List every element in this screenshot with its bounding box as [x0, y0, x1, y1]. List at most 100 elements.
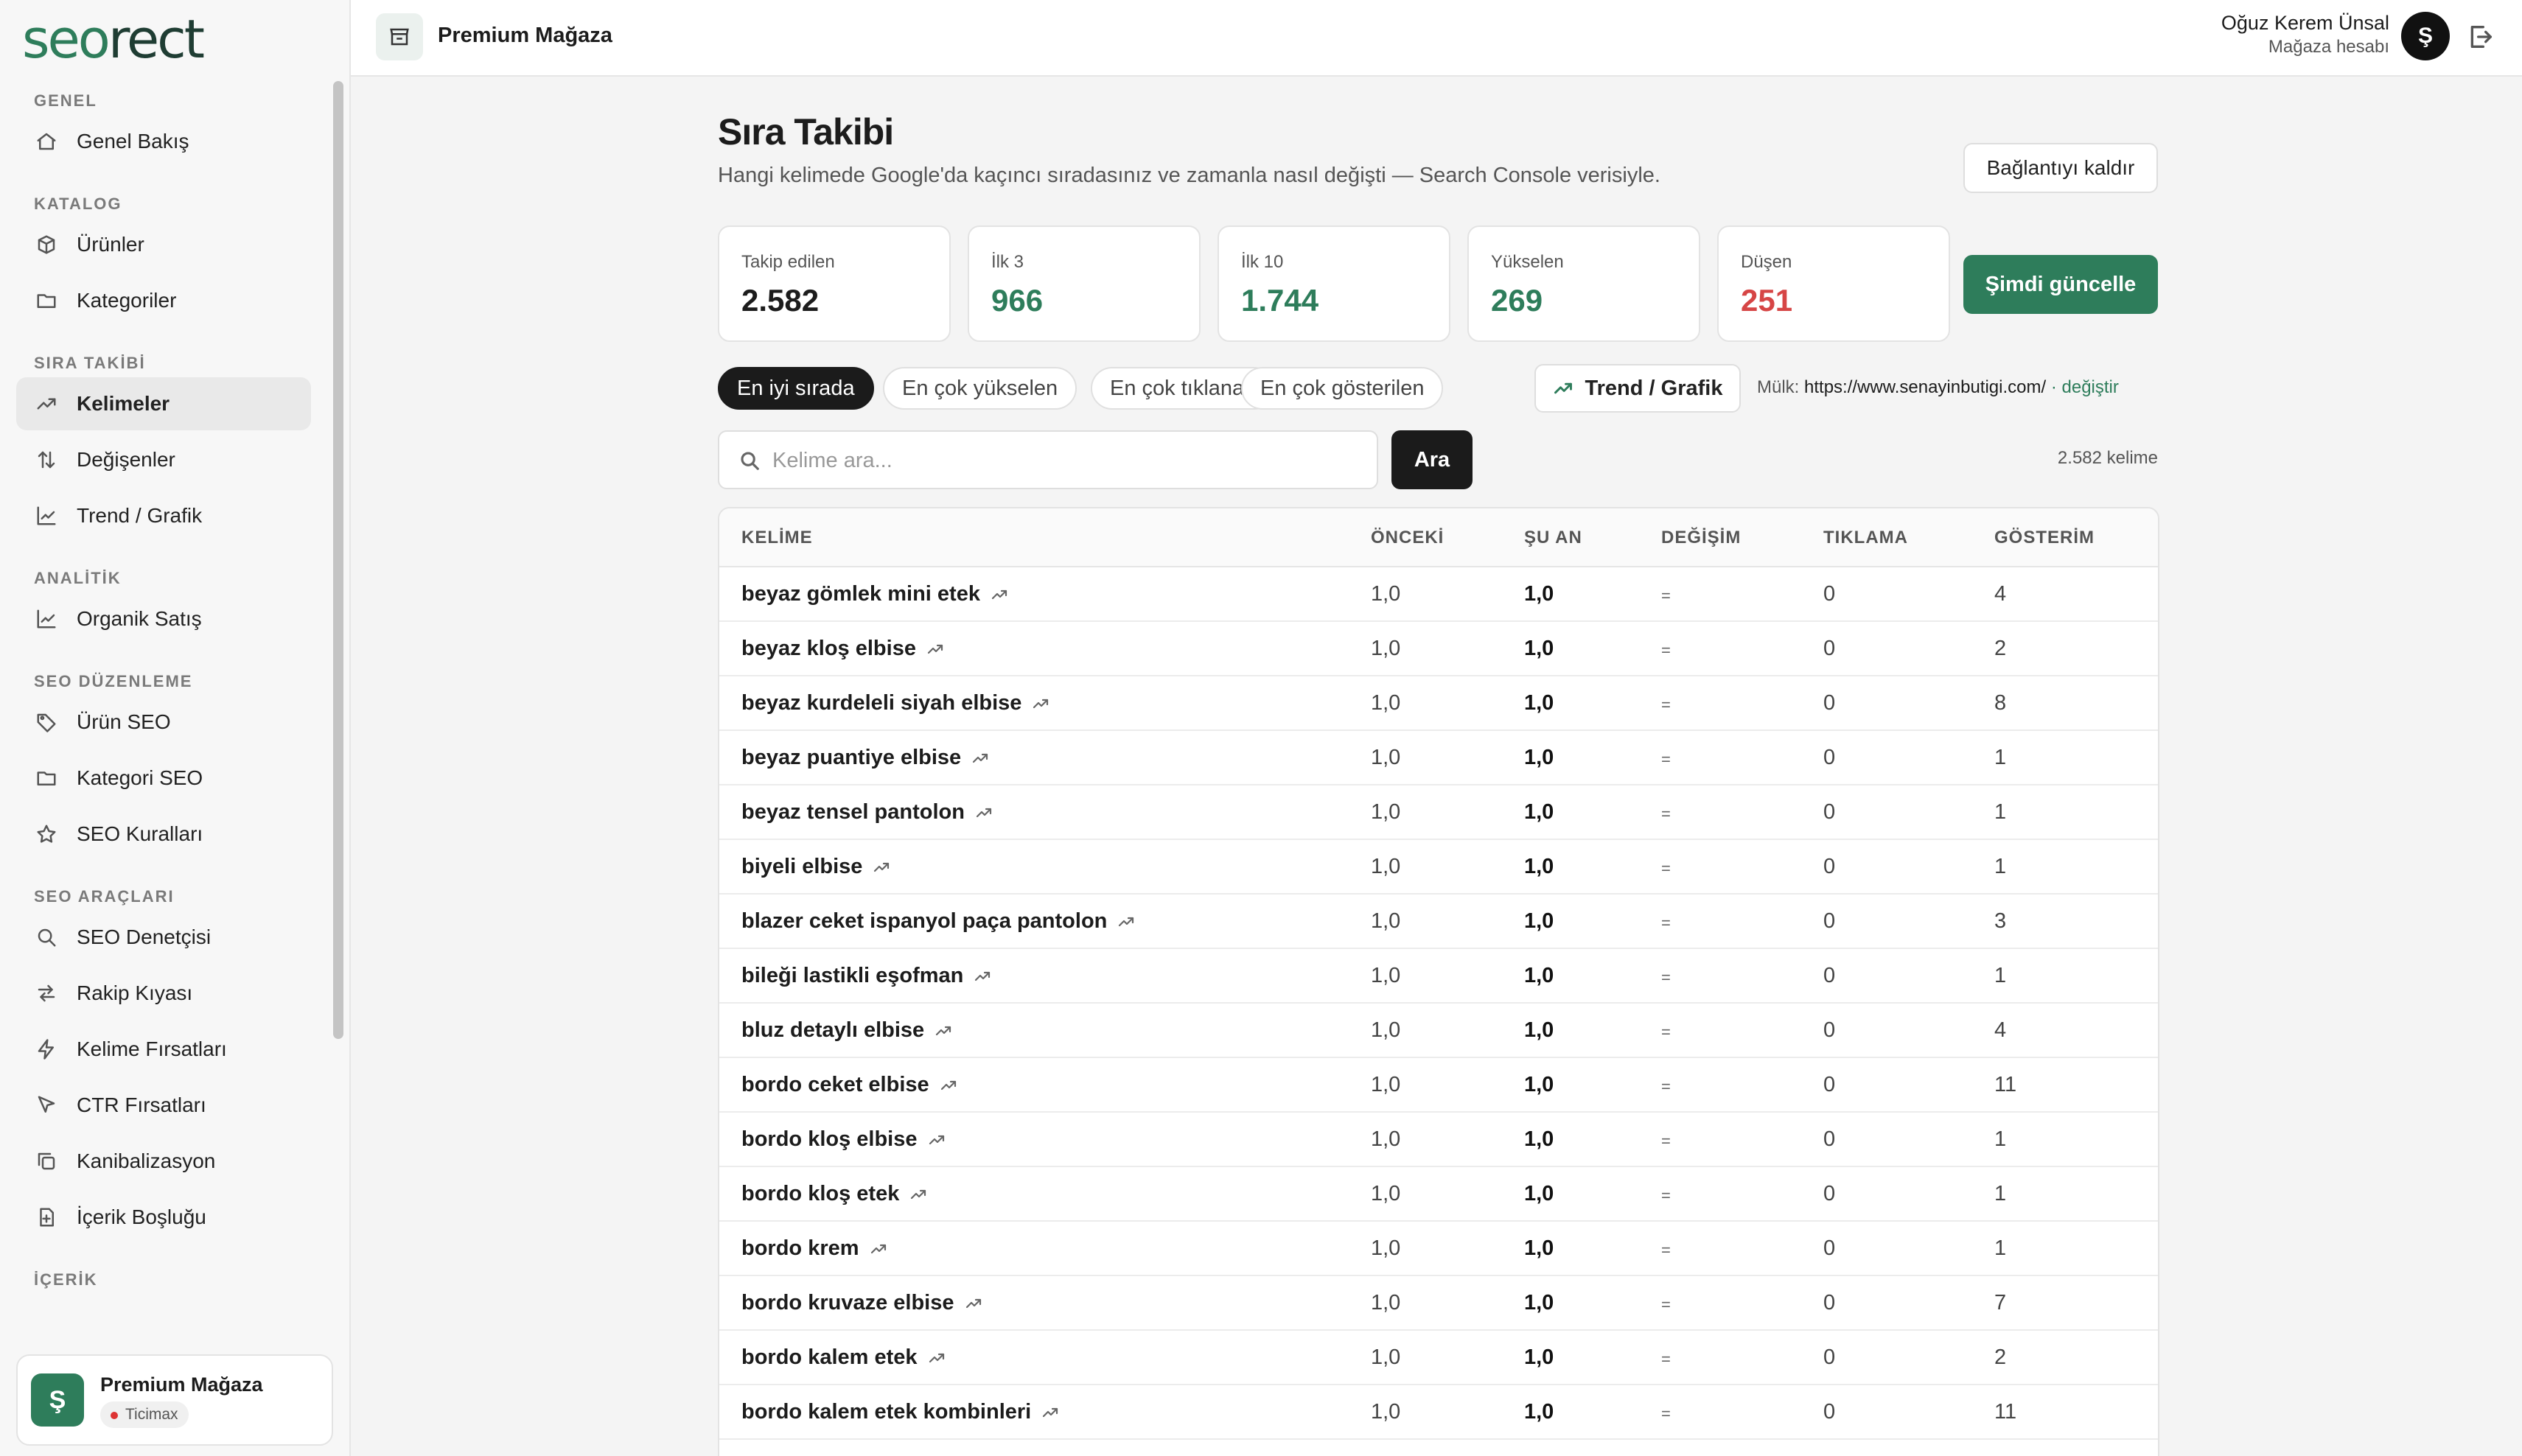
- table-row[interactable]: bordo ceket elbise 1,0 1,0 = 0 11: [719, 1058, 2158, 1113]
- search-icon: [741, 452, 759, 470]
- sidebar-item-seo-kurallar-[interactable]: SEO Kuralları: [16, 808, 311, 861]
- keyword-text[interactable]: beyaz kurdeleli siyah elbise: [741, 691, 1021, 715]
- keyword-text[interactable]: biyeli elbise: [741, 855, 862, 879]
- keyword-text[interactable]: bordo kalem etek kombinleri: [741, 1400, 1031, 1424]
- sidebar-item-de-i-enler[interactable]: Değişenler: [16, 433, 311, 486]
- col-current[interactable]: ŞU AN: [1524, 528, 1582, 548]
- nav-section-title: SEO DÜZENLEME: [34, 672, 193, 690]
- filter-pill[interactable]: En iyi sırada: [718, 367, 874, 410]
- keyword-text[interactable]: blazer ceket ispanyol paça pantolon: [741, 909, 1107, 934]
- col-change[interactable]: DEĞİŞİM: [1661, 528, 1741, 548]
- col-clicks[interactable]: TIKLAMA: [1823, 528, 1908, 548]
- keyword-text[interactable]: beyaz tensel pantolon: [741, 800, 965, 825]
- keyword-text[interactable]: bordo kalem etek: [741, 1345, 918, 1370]
- compare-icon: [34, 981, 59, 1006]
- store-switcher[interactable]: Ş Premium Mağaza Ticimax: [16, 1354, 333, 1446]
- table-row[interactable]: beyaz gömlek mini etek 1,0 1,0 = 0 4: [719, 567, 2158, 622]
- sidebar-item-label: Organik Satış: [77, 607, 202, 630]
- cursor-icon: [34, 1093, 59, 1118]
- table-row[interactable]: beyaz tensel pantolon 1,0 1,0 = 0 1: [719, 785, 2158, 840]
- sidebar-scroll-thumb[interactable]: [333, 81, 343, 1039]
- trend-icon: [965, 1298, 981, 1308]
- sidebar-item-kategori-seo[interactable]: Kategori SEO: [16, 752, 311, 805]
- disconnect-button[interactable]: Bağlantıyı kaldır: [1963, 143, 2158, 193]
- sidebar-item-rakip-k-yas-[interactable]: Rakip Kıyası: [16, 967, 311, 1020]
- sidebar-item-kanibalizasyon[interactable]: Kanibalizasyon: [16, 1135, 311, 1188]
- keywords-table: KELİME ÖNCEKİ ŞU AN DEĞİŞİM TIKLAMA GÖST…: [718, 507, 2159, 1456]
- sidebar-item-label: Ürünler: [77, 233, 144, 256]
- clicks-cell: 0: [1823, 1291, 1836, 1315]
- search-button[interactable]: Ara: [1391, 430, 1473, 489]
- previous-rank-cell: 1,0: [1371, 1345, 1401, 1369]
- property-change-link[interactable]: · değiştir: [2051, 377, 2119, 397]
- table-row[interactable]: bordo krem 1,0 1,0 = 0 1: [719, 1222, 2158, 1276]
- filter-pill[interactable]: En çok yükselen: [883, 367, 1077, 410]
- copy-icon: [34, 1149, 59, 1174]
- search-field[interactable]: [718, 430, 1378, 489]
- table-row[interactable]: bileği lastikli eşofman 1,0 1,0 = 0 1: [719, 949, 2158, 1004]
- table-row[interactable]: bordo kalem etek 1,0 1,0 = 0 2: [719, 1331, 2158, 1385]
- nav-section-title: ANALİTİK: [34, 569, 122, 587]
- sidebar-item-ctr-f-rsatlar-[interactable]: CTR Fırsatları: [16, 1079, 311, 1132]
- col-keyword[interactable]: KELİME: [741, 528, 813, 548]
- table-row[interactable]: bordo kruvaze elbise 1,0 1,0 = 0 7: [719, 1276, 2158, 1331]
- sidebar-item-trend-grafik[interactable]: Trend / Grafik: [16, 489, 311, 542]
- logout-icon[interactable]: [2466, 22, 2495, 52]
- table-row[interactable]: bordo kloş etek 1,0 1,0 = 0 1: [719, 1167, 2158, 1222]
- sidebar-item-kelime-f-rsatlar-[interactable]: Kelime Fırsatları: [16, 1023, 311, 1076]
- keyword-text[interactable]: bluz detaylı elbise: [741, 1018, 924, 1043]
- user-avatar[interactable]: Ş: [2401, 12, 2450, 60]
- keyword-text[interactable]: bordo kloş elbise: [741, 1127, 918, 1152]
- trend-chart-button[interactable]: Trend / Grafik: [1534, 364, 1741, 413]
- impressions-cell: 1: [1994, 964, 2007, 987]
- keyword-text[interactable]: bordo krem: [741, 1236, 859, 1261]
- sidebar-item--r-n-seo[interactable]: Ürün SEO: [16, 696, 311, 749]
- clicks-cell: 0: [1823, 1400, 1836, 1424]
- sidebar-item-seo-denet-isi[interactable]: SEO Denetçisi: [16, 911, 311, 964]
- keyword-text[interactable]: beyaz puantiye elbise: [741, 746, 961, 770]
- impressions-cell: 1: [1994, 1236, 2007, 1260]
- stat-card: Yükselen 269: [1467, 225, 1700, 342]
- refresh-now-button[interactable]: Şimdi güncelle: [1963, 255, 2158, 314]
- keyword-text[interactable]: bordo kruvaze elbise: [741, 1291, 954, 1315]
- impressions-cell: 4: [1994, 582, 2007, 606]
- previous-rank-cell: 1,0: [1371, 800, 1401, 824]
- keyword-cell: beyaz tensel pantolon: [741, 800, 993, 825]
- stat-value: 251: [1741, 283, 1793, 318]
- sidebar-item-label: Trend / Grafik: [77, 504, 203, 527]
- sidebar-item-kelimeler[interactable]: Kelimeler: [16, 377, 311, 430]
- keyword-text[interactable]: bordo kloş etek: [741, 1182, 899, 1206]
- col-impressions[interactable]: GÖSTERİM: [1994, 528, 2095, 548]
- sidebar-item-kategoriler[interactable]: Kategoriler: [16, 274, 311, 327]
- table-row[interactable]: beyaz puantiye elbise 1,0 1,0 = 0 1: [719, 731, 2158, 785]
- keyword-count: 2.582 kelime: [2057, 448, 2158, 468]
- table-row[interactable]: beyaz kloş elbise 1,0 1,0 = 0 2: [719, 622, 2158, 676]
- sidebar-item-organik-sat-[interactable]: Organik Satış: [16, 592, 311, 645]
- sidebar-item-genel-bak-[interactable]: Genel Bakış: [16, 115, 311, 168]
- keyword-text[interactable]: beyaz kloş elbise: [741, 637, 916, 661]
- keyword-text[interactable]: bileği lastikli eşofman: [741, 964, 963, 988]
- sidebar-item-label: Kelimeler: [77, 392, 170, 415]
- table-row[interactable]: bordo kloş elbise 1,0 1,0 = 0 1: [719, 1113, 2158, 1167]
- current-rank-cell: 1,0: [1524, 1182, 1554, 1205]
- table-row[interactable]: beyaz kurdeleli siyah elbise 1,0 1,0 = 0 8: [719, 676, 2158, 731]
- trend-icon: [973, 753, 988, 763]
- store-icon: [376, 13, 423, 60]
- table-row[interactable]: blazer ceket ispanyol paça pantolon 1,0 1,…: [719, 895, 2158, 949]
- app-logo[interactable]: seorect: [22, 6, 205, 72]
- clicks-cell: 0: [1823, 800, 1836, 824]
- stat-label: İlk 10: [1241, 252, 1284, 272]
- keyword-text[interactable]: bordo ceket elbise: [741, 1073, 929, 1097]
- table-row[interactable]: biyeli elbise 1,0 1,0 = 0 1: [719, 840, 2158, 895]
- previous-rank-cell: 1,0: [1371, 691, 1401, 715]
- col-previous[interactable]: ÖNCEKİ: [1371, 528, 1444, 548]
- sidebar-item-i-erik-bo-lu-u[interactable]: İçerik Boşluğu: [16, 1191, 311, 1244]
- search-input[interactable]: [772, 441, 1362, 480]
- stat-label: İlk 3: [991, 252, 1024, 272]
- sidebar-item--r-nler[interactable]: Ürünler: [16, 218, 311, 271]
- keyword-text[interactable]: beyaz gömlek mini etek: [741, 582, 980, 606]
- table-row[interactable]: bordo kalem etek kombinleri 1,0 1,0 = 0 11: [719, 1385, 2158, 1440]
- table-row[interactable]: bluz detaylı elbise 1,0 1,0 = 0 4: [719, 1004, 2158, 1058]
- impressions-cell: 3: [1994, 909, 2007, 933]
- filter-pill[interactable]: En çok gösterilen: [1241, 367, 1444, 410]
